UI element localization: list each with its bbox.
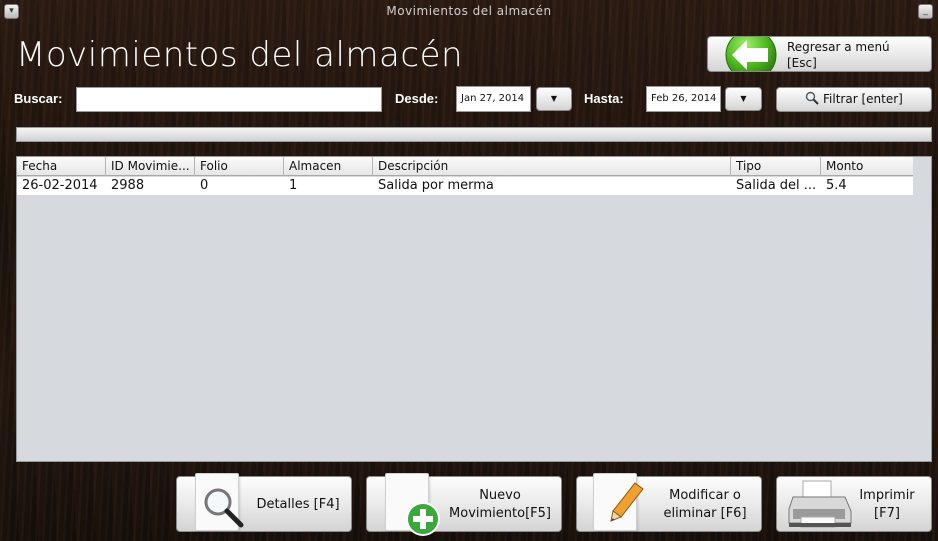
print-button[interactable]: Imprimir [F7] [776,476,932,532]
arrow-left-icon [725,37,777,71]
cell-folio: 0 [200,178,209,193]
filter-button-label: Filtrar [enter] [823,92,903,106]
modify-delete-button[interactable]: Modificar o eliminar [F6] [576,473,762,532]
cell-id-movimiento: 2988 [111,178,145,193]
pencil-icon [610,482,644,522]
date-to-label: Hasta: [584,91,624,106]
cell-monto: 5.4 [826,178,847,193]
column-header-almacen[interactable]: Almacen [284,157,373,176]
chevron-down-icon: ▼ [740,94,747,103]
table-header: Fecha ID Movimie... Folio Almacen Descri… [17,157,913,176]
cell-descripcion: Salida por merma [378,178,494,193]
date-from-label: Desde: [395,91,439,106]
print-label-line1: Imprimir [859,488,915,503]
date-to-field[interactable]: Feb 26, 2014 [646,86,721,112]
new-movement-label-line2: Movimiento[F5] [449,506,551,521]
cell-fecha: 26-02-2014 [22,178,98,193]
column-header-fecha[interactable]: Fecha [17,157,106,176]
details-button-label: Detalles [F4] [256,497,340,512]
column-header-monto[interactable]: Monto [821,157,913,176]
back-to-menu-button[interactable]: Regresar a menú [Esc] [707,36,932,72]
date-to-dropdown-button[interactable]: ▼ [725,87,762,111]
details-button[interactable]: Detalles [F4] [176,473,352,532]
movements-table[interactable]: Fecha ID Movimie... Folio Almacen Descri… [16,156,932,462]
magnifier-icon [805,91,819,105]
print-label-line2: [F7] [874,506,900,521]
modify-label-line2: eliminar [F6] [663,506,747,521]
modify-label-line1: Modificar o [669,488,741,503]
date-from-dropdown-button[interactable]: ▼ [536,87,572,111]
search-label: Buscar: [14,91,63,106]
plus-icon [406,502,440,536]
new-movement-button[interactable]: Nuevo Movimiento[F5] [366,473,562,536]
chevron-down-icon: ▼ [550,94,558,103]
modify-delete-button-label: Modificar o eliminar [F6] [655,487,755,523]
column-header-tipo[interactable]: Tipo [731,157,821,176]
back-button-shortcut: [Esc] [787,56,817,70]
page-title: Movimientos del almacén [16,35,464,75]
new-movement-button-label: Nuevo Movimiento[F5] [445,487,555,523]
progress-bar [16,127,932,142]
back-button-label: Regresar a menú [787,40,890,54]
column-header-folio[interactable]: Folio [195,157,284,176]
cell-almacen: 1 [289,178,298,193]
magnifier-icon [204,488,244,528]
filter-button[interactable]: Filtrar [enter] [776,87,932,112]
search-input[interactable] [76,87,382,112]
table-row[interactable]: 26-02-2014 2988 0 1 Salida por merma Sal… [17,177,913,195]
print-button-label: Imprimir [F7] [851,487,923,523]
date-from-field[interactable]: Jan 27, 2014 [456,86,531,112]
new-movement-label-line1: Nuevo [479,488,521,503]
column-header-id-movimiento[interactable]: ID Movimie... [106,157,195,176]
window-menu-button[interactable]: ▾ [4,4,19,19]
title-bar: Movimientos del almacén [0,0,938,23]
printer-icon [788,480,852,528]
window-title: Movimientos del almacén [386,4,552,18]
cell-tipo: Salida del ... [736,178,817,193]
column-header-descripcion[interactable]: Descripción [373,157,731,176]
minimize-button[interactable]: _ [918,4,933,19]
